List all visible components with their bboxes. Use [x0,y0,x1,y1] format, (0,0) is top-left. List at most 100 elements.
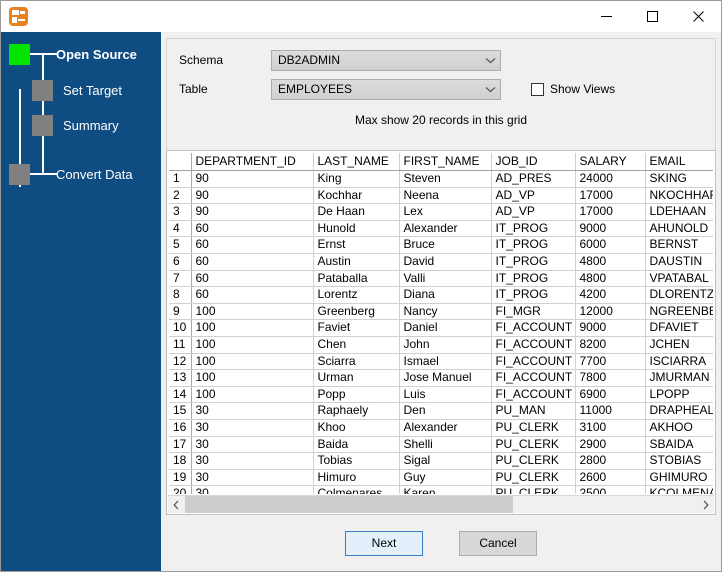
cell-department_id[interactable]: 90 [191,203,314,221]
cell-department_id[interactable]: 30 [191,419,314,437]
cell-first_name[interactable]: Ismael [399,353,492,371]
cell-job_id[interactable]: PU_CLERK [491,436,576,454]
grid-header-salary[interactable]: SALARY [575,153,646,171]
cell-first_name[interactable]: Luis [399,386,492,404]
row-number[interactable]: 20 [169,485,192,494]
row-number[interactable]: 12 [169,353,192,371]
cell-department_id[interactable]: 100 [191,336,314,354]
table-row[interactable]: 10 100 Faviet Daniel FI_ACCOUNT 9000 DFAVIET [169,319,713,337]
cell-first_name[interactable]: Alexander [399,419,492,437]
sidebar-item-set-target[interactable]: Set Target [32,79,122,101]
cell-email[interactable]: NGREENBE [645,303,713,321]
cell-email[interactable]: VPATABAL [645,270,713,288]
cell-job_id[interactable]: PU_MAN [491,402,576,420]
cell-salary[interactable]: 4800 [575,270,646,288]
cell-first_name[interactable]: Den [399,402,492,420]
cell-department_id[interactable]: 100 [191,353,314,371]
cell-last_name[interactable]: Sciarra [313,353,400,371]
table-row[interactable]: 19 30 Himuro Guy PU_CLERK 2600 GHIMURO [169,469,713,487]
table-row[interactable]: 20 30 Colmenares Karen PU_CLERK 2500 KCOLMENA [169,485,713,494]
cell-department_id[interactable]: 60 [191,286,314,304]
cell-first_name[interactable]: Shelli [399,436,492,454]
table-row[interactable]: 8 60 Lorentz Diana IT_PROG 4200 DLORENTZ [169,286,713,304]
cell-first_name[interactable]: Diana [399,286,492,304]
table-row[interactable]: 15 30 Raphaely Den PU_MAN 11000 DRAPHEAL [169,402,713,420]
cell-first_name[interactable]: John [399,336,492,354]
cell-job_id[interactable]: IT_PROG [491,220,576,238]
row-number[interactable]: 19 [169,469,192,487]
cell-first_name[interactable]: Nancy [399,303,492,321]
table-row[interactable]: 7 60 Pataballa Valli IT_PROG 4800 VPATABAL [169,270,713,288]
cell-salary[interactable]: 24000 [575,170,646,188]
cell-department_id[interactable]: 30 [191,469,314,487]
row-number[interactable]: 8 [169,286,192,304]
cell-last_name[interactable]: Pataballa [313,270,400,288]
schema-select[interactable]: DB2ADMIN [271,49,501,71]
cell-salary[interactable]: 9000 [575,220,646,238]
grid-header-department_id[interactable]: DEPARTMENT_ID [191,153,314,171]
cell-first_name[interactable]: Sigal [399,452,492,470]
cell-email[interactable]: STOBIAS [645,452,713,470]
cell-last_name[interactable]: Faviet [313,319,400,337]
row-number[interactable]: 18 [169,452,192,470]
cell-salary[interactable]: 17000 [575,187,646,205]
cell-department_id[interactable]: 30 [191,485,314,494]
cell-salary[interactable]: 2600 [575,469,646,487]
cell-salary[interactable]: 2800 [575,452,646,470]
cell-last_name[interactable]: Popp [313,386,400,404]
cell-department_id[interactable]: 90 [191,170,314,188]
table-select[interactable]: EMPLOYEES [271,78,501,100]
cell-salary[interactable]: 3100 [575,419,646,437]
row-number[interactable]: 6 [169,253,192,271]
cell-department_id[interactable]: 100 [191,319,314,337]
table-row[interactable]: 13 100 Urman Jose Manuel FI_ACCOUNT 7800 JMURM… [169,369,713,387]
table-row[interactable]: 16 30 Khoo Alexander PU_CLERK 3100 AKHOO [169,419,713,437]
cell-department_id[interactable]: 30 [191,436,314,454]
cell-first_name[interactable]: Guy [399,469,492,487]
cell-salary[interactable]: 9000 [575,319,646,337]
scrollbar-track[interactable] [185,496,697,513]
cell-salary[interactable]: 8200 [575,336,646,354]
horizontal-scrollbar[interactable] [168,495,714,513]
grid-header-rownum[interactable] [169,153,192,171]
cell-email[interactable]: NKOCHHAR [645,187,713,205]
cell-job_id[interactable]: IT_PROG [491,253,576,271]
table-row[interactable]: 18 30 Tobias Sigal PU_CLERK 2800 STOBIAS [169,452,713,470]
cell-first_name[interactable]: Karen [399,485,492,494]
cell-salary[interactable]: 7800 [575,369,646,387]
grid-header-email[interactable]: EMAIL [645,153,713,171]
scroll-right-arrow-icon[interactable] [697,496,714,513]
cell-last_name[interactable]: Baida [313,436,400,454]
cell-email[interactable]: BERNST [645,236,713,254]
row-number[interactable]: 10 [169,319,192,337]
cell-first_name[interactable]: Bruce [399,236,492,254]
cell-job_id[interactable]: FI_MGR [491,303,576,321]
cell-job_id[interactable]: IT_PROG [491,236,576,254]
cell-last_name[interactable]: Colmenares [313,485,400,494]
cell-department_id[interactable]: 60 [191,236,314,254]
cell-email[interactable]: AKHOO [645,419,713,437]
cell-department_id[interactable]: 30 [191,452,314,470]
cell-last_name[interactable]: De Haan [313,203,400,221]
cell-last_name[interactable]: Urman [313,369,400,387]
row-number[interactable]: 14 [169,386,192,404]
cell-email[interactable]: LDEHAAN [645,203,713,221]
table-row[interactable]: 1 90 King Steven AD_PRES 24000 SKING [169,170,713,188]
cell-salary[interactable]: 6000 [575,236,646,254]
cell-department_id[interactable]: 30 [191,402,314,420]
cell-salary[interactable]: 17000 [575,203,646,221]
cell-job_id[interactable]: AD_PRES [491,170,576,188]
row-number[interactable]: 17 [169,436,192,454]
cell-last_name[interactable]: Raphaely [313,402,400,420]
table-row[interactable]: 4 60 Hunold Alexander IT_PROG 9000 AHUNOLD [169,220,713,238]
scroll-left-arrow-icon[interactable] [168,496,185,513]
sidebar-item-summary[interactable]: Summary [32,114,119,136]
cell-last_name[interactable]: Greenberg [313,303,400,321]
cell-email[interactable]: KCOLMENA [645,485,713,494]
row-number[interactable]: 11 [169,336,192,354]
sidebar-item-convert-data[interactable]: Convert Data [9,163,133,185]
cell-job_id[interactable]: FI_ACCOUNT [491,369,576,387]
grid-header-job_id[interactable]: JOB_ID [491,153,576,171]
row-number[interactable]: 15 [169,402,192,420]
cell-job_id[interactable]: PU_CLERK [491,485,576,494]
